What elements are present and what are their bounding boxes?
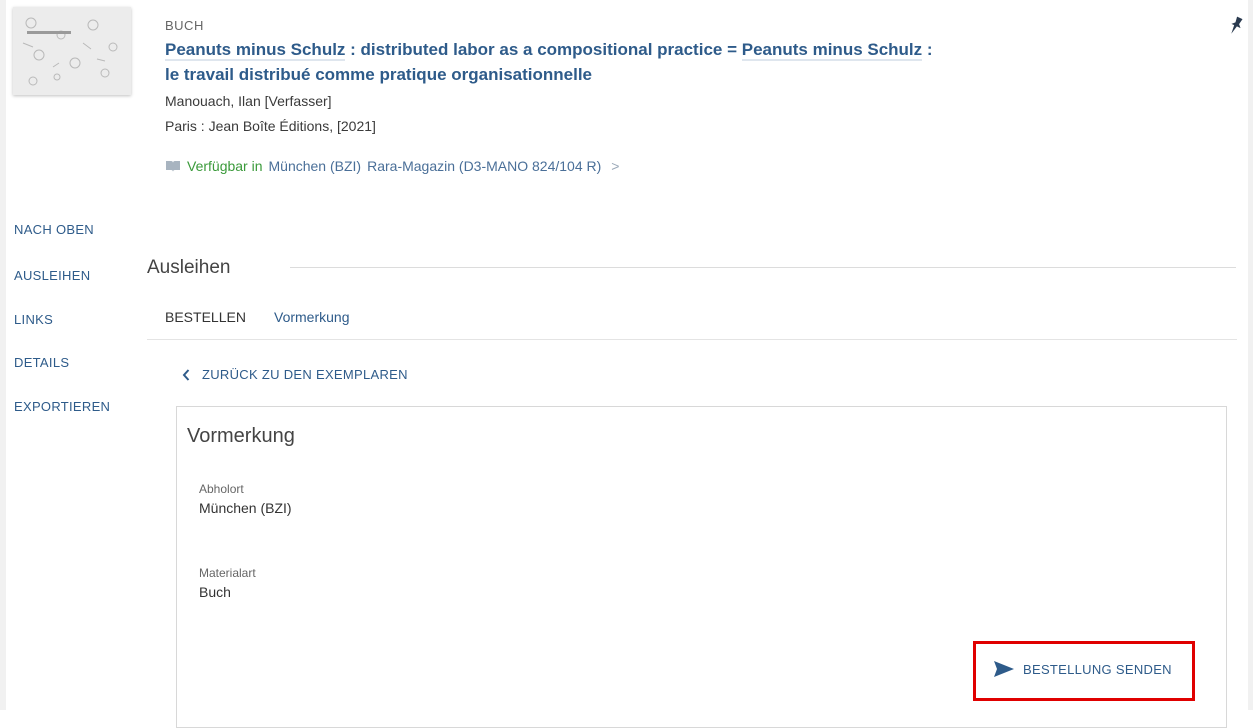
book-icon — [166, 161, 180, 172]
title-segment-3[interactable]: Peanuts minus Schulz — [741, 40, 923, 61]
nav-ausleihen[interactable]: AUSLEIHEN — [14, 268, 90, 283]
send-icon — [994, 661, 1014, 677]
section-divider — [290, 267, 1236, 268]
tab-divider — [147, 339, 1237, 340]
back-to-items-link[interactable]: ZURÜCK ZU DEN EXEMPLAREN — [182, 367, 408, 382]
submit-order-button[interactable]: BESTELLUNG SENDEN — [993, 660, 1172, 678]
pin-icon[interactable] — [1228, 16, 1244, 36]
record-type: BUCH — [165, 18, 204, 33]
submit-order-label: BESTELLUNG SENDEN — [1023, 661, 1172, 677]
form-title: Vormerkung — [187, 425, 295, 447]
pickup-location-value[interactable]: München (BZI) — [199, 500, 292, 516]
nav-links[interactable]: LINKS — [14, 312, 53, 327]
left-gutter — [0, 0, 6, 710]
section-title: Ausleihen — [147, 257, 231, 278]
availability-chevron-icon: > — [611, 158, 620, 174]
cover-art-icon — [13, 7, 131, 95]
title-segment-1[interactable]: Peanuts minus Schulz — [165, 40, 346, 61]
availability-location: Rara-Magazin (D3-MANO 824/104 R) — [367, 158, 602, 174]
pickup-location-label: Abholort — [199, 482, 244, 496]
availability-status: Verfügbar in — [187, 158, 263, 174]
availability-line[interactable]: Verfügbar in München (BZI) Rara-Magazin … — [165, 158, 619, 174]
book-cover-thumbnail[interactable] — [13, 7, 131, 95]
material-type-value: Buch — [199, 584, 231, 600]
material-type-label: Materialart — [199, 566, 256, 580]
right-gutter — [1248, 0, 1253, 710]
chevron-left-icon — [182, 368, 190, 381]
nav-details[interactable]: DETAILS — [14, 355, 69, 370]
title-line-2[interactable]: le travail distribué comme pratique orga… — [165, 65, 592, 84]
title-segment-2[interactable]: : distributed labor as a compositional p… — [345, 40, 741, 59]
nav-nach-oben[interactable]: NACH OBEN — [14, 222, 94, 237]
availability-library: München (BZI) — [268, 158, 362, 174]
record-author: Manouach, Ilan [Verfasser] — [165, 93, 332, 109]
record-title[interactable]: Peanuts minus Schulz : distributed labor… — [165, 37, 1065, 87]
tab-vormerkung[interactable]: Vormerkung — [274, 309, 349, 325]
page: BUCH Peanuts minus Schulz : distributed … — [0, 0, 1253, 728]
record-publication: Paris : Jean Boîte Éditions, [2021] — [165, 118, 376, 134]
nav-exportieren[interactable]: EXPORTIEREN — [14, 399, 110, 414]
back-to-items-label: ZURÜCK ZU DEN EXEMPLAREN — [202, 367, 408, 382]
tab-bestellen[interactable]: BESTELLEN — [165, 309, 246, 325]
title-segment-4[interactable]: : — [922, 40, 933, 59]
